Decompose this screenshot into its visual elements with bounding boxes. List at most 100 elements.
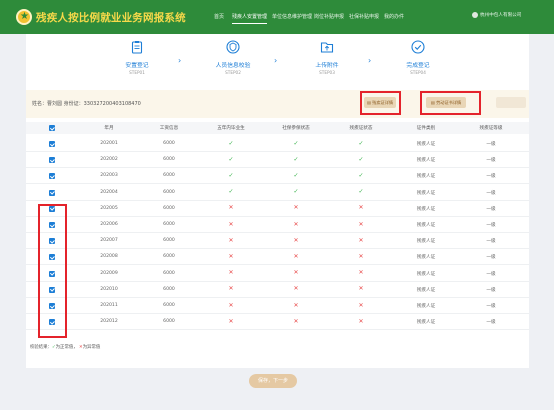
user-avatar-icon[interactable]: [472, 12, 478, 18]
cell-month: 202003: [100, 173, 118, 179]
cross-icon: ✕: [358, 204, 364, 212]
cell-cert-level: 一级: [486, 158, 496, 164]
cross-icon: ✕: [293, 269, 299, 277]
table-row: 202004 6000 ✓ ✓ ✓ 残疾人证 一级: [26, 185, 529, 201]
cell-wage: 6000: [163, 141, 175, 146]
check-icon: ✓: [358, 155, 364, 163]
step-1-sub: STEP01: [129, 70, 145, 75]
cell-month: 202007: [100, 238, 118, 244]
cross-icon: ✕: [358, 285, 364, 293]
highlight-box-employment-cert: [420, 91, 481, 115]
legend-bad-text: 为异常值: [82, 345, 101, 350]
legend-prefix: 校验结果：: [30, 345, 52, 350]
cross-icon: ✕: [358, 301, 364, 309]
cross-icon: ✕: [293, 252, 299, 260]
cross-icon: ✕: [228, 269, 234, 277]
person-info-text: 姓名：曹刘圆 身份证：330327200403108470: [32, 101, 141, 107]
app-title: 残疾人按比例就业业务网报系统: [36, 12, 186, 24]
step-3-sub: STEP03: [319, 70, 335, 75]
nav-social-subsidy[interactable]: 社保补贴申报: [349, 13, 379, 20]
step-2-sub: STEP02: [225, 70, 241, 75]
check-icon: ✓: [293, 171, 299, 179]
cell-cert-type: 残疾人证: [416, 174, 436, 180]
cell-cert-level: 一级: [486, 206, 496, 212]
cell-month: 202008: [100, 254, 118, 260]
cross-icon: ✕: [293, 301, 299, 309]
cell-wage: 6000: [163, 286, 175, 292]
step-4-sub: STEP04: [410, 70, 426, 75]
cross-icon: ✕: [293, 285, 299, 293]
cell-cert-level: 一级: [486, 271, 496, 277]
cell-cert-type: 残疾人证: [416, 287, 436, 293]
cross-icon: ✕: [228, 220, 234, 228]
cross-icon: ✕: [358, 269, 364, 277]
header-cert-type: 证件类别: [416, 126, 436, 131]
cell-cert-level: 一级: [486, 190, 496, 196]
cell-month: 202002: [100, 157, 118, 163]
nav-my-cases[interactable]: 我的办件: [384, 13, 404, 20]
cross-icon: ✕: [293, 317, 299, 325]
cross-icon: ✕: [358, 236, 364, 244]
check-icon: ✓: [228, 155, 234, 163]
check-icon: ✓: [228, 171, 234, 179]
nav-post-subsidy[interactable]: 岗位补贴申报: [314, 13, 344, 20]
select-all-checkbox[interactable]: [49, 125, 55, 131]
cell-cert-type: 残疾人证: [416, 223, 436, 228]
extra-button[interactable]: [496, 97, 526, 108]
cross-icon: ✕: [358, 220, 364, 228]
cross-icon: ✕: [228, 285, 234, 293]
check-icon: ✓: [293, 139, 299, 147]
cross-icon: ✕: [293, 220, 299, 228]
shield-check-icon: [226, 40, 240, 54]
header-graduate: 五年内毕业生: [217, 126, 245, 131]
header-month: 年月: [104, 126, 114, 131]
cross-icon: ✕: [358, 317, 364, 325]
nav-home[interactable]: 首页: [214, 13, 224, 20]
cell-wage: 6000: [163, 319, 175, 325]
row-checkbox[interactable]: [49, 189, 55, 196]
chevron-right-icon: ›: [368, 56, 372, 65]
table-row: 202001 6000 ✓ ✓ ✓ 残疾人证 一级: [26, 136, 529, 152]
check-icon: ✓: [358, 139, 364, 147]
cell-cert-type: 残疾人证: [416, 206, 436, 212]
table-row: 202002 6000 ✓ ✓ ✓ 残疾人证 一级: [26, 152, 529, 169]
top-navbar: ★ 残疾人按比例就业业务网报系统 首页 残疾人安置管理 单位信息维护管理 岗位补…: [0, 0, 554, 34]
check-icon: ✓: [228, 188, 234, 196]
cell-month: 202006: [100, 222, 118, 227]
cell-month: 202004: [100, 189, 118, 195]
row-checkbox[interactable]: [49, 157, 55, 164]
upload-folder-icon: [320, 40, 334, 54]
highlight-box-disability-cert: [360, 91, 401, 115]
validation-legend: 校验结果：✓为正常值， ✕为异常值: [30, 345, 101, 350]
save-next-button[interactable]: 保存，下一步: [249, 374, 297, 388]
row-checkbox[interactable]: [49, 173, 55, 180]
header-cert-level: 残疾证等级: [479, 126, 503, 131]
nav-placement-management[interactable]: 残疾人安置管理: [232, 13, 268, 24]
highlight-box-checkboxes: [38, 204, 67, 338]
cell-wage: 6000: [163, 270, 175, 276]
cell-month: 202005: [100, 205, 118, 211]
row-checkbox[interactable]: [49, 141, 55, 147]
cell-cert-type: 残疾人证: [416, 239, 436, 245]
cross-icon: ✕: [228, 236, 234, 244]
cell-cert-type: 残疾人证: [416, 320, 436, 326]
table-row: 202011 6000 ✕ ✕ ✕ 残疾人证 一级: [26, 298, 529, 314]
check-icon: ✓: [358, 188, 364, 196]
cell-month: 202009: [100, 270, 118, 276]
check-icon: ✓: [358, 171, 364, 179]
step-4-title: 完成登记: [406, 63, 430, 69]
cell-month: 202001: [100, 141, 118, 146]
header-cert-status: 残疾证状态: [349, 126, 373, 131]
chevron-right-icon: ›: [274, 56, 278, 65]
chevron-right-icon: ›: [178, 56, 182, 65]
header-social-security: 社保参保状态: [282, 126, 310, 131]
cell-wage: 6000: [163, 303, 175, 308]
table-row: 202009 6000 ✕ ✕ ✕ 残疾人证 一级: [26, 266, 529, 282]
table-row: 202003 6000 ✓ ✓ ✓ 残疾人证 一级: [26, 168, 529, 185]
cell-month: 202012: [100, 319, 118, 325]
cell-cert-level: 一级: [486, 255, 496, 261]
table-row: 202010 6000 ✕ ✕ ✕ 残疾人证 一级: [26, 282, 529, 298]
nav-unit-info[interactable]: 单位信息维护管理: [272, 13, 312, 20]
user-name[interactable]: 杭州中包人有限公司: [480, 12, 521, 18]
cell-wage: 6000: [163, 173, 175, 179]
